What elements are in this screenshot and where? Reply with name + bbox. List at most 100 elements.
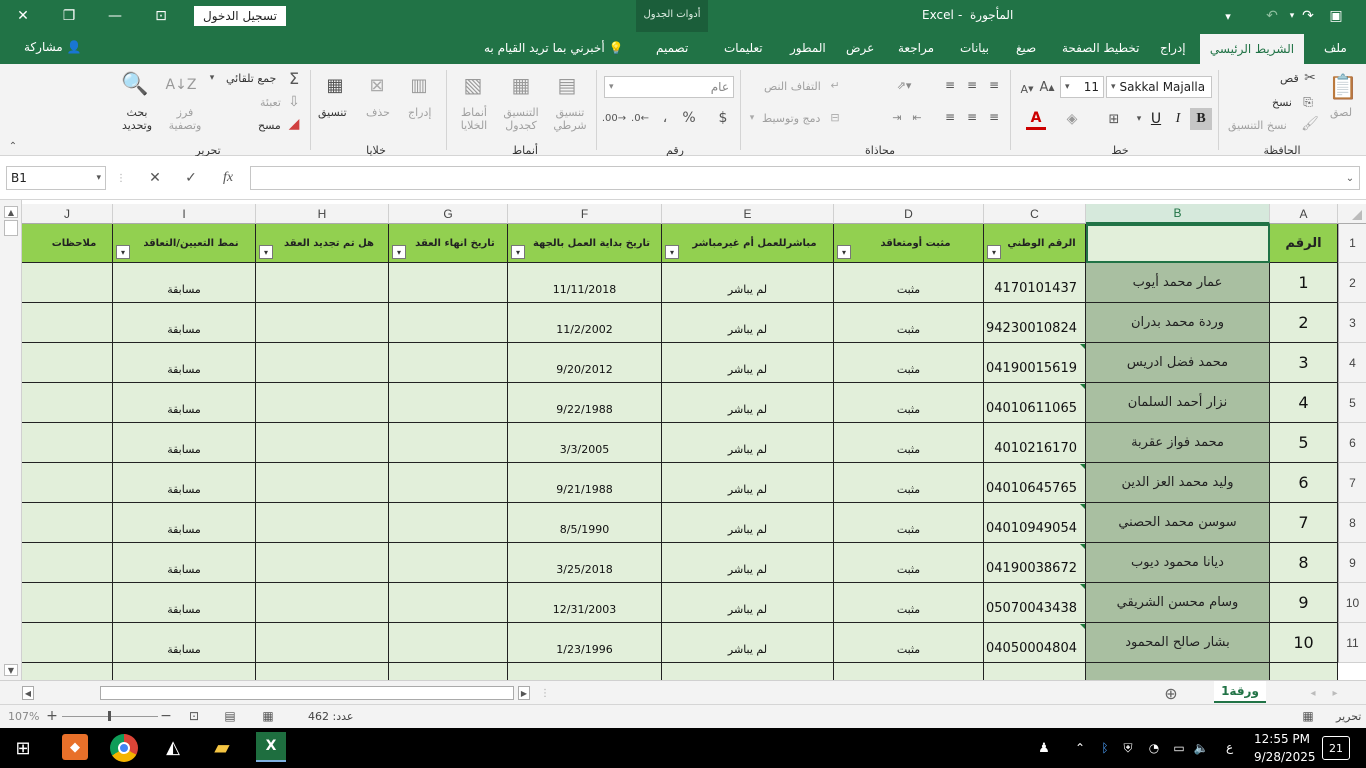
- table-cell-partial[interactable]: [1270, 663, 1338, 680]
- merge-icon[interactable]: ⊟: [826, 108, 844, 126]
- table-cell-d[interactable]: مثبت: [834, 383, 984, 423]
- table-cell-j[interactable]: [22, 503, 113, 543]
- table-cell-b[interactable]: محمد فواز عقربة: [1086, 423, 1270, 463]
- table-cell-a[interactable]: 1: [1270, 263, 1338, 303]
- table-cell-partial[interactable]: [662, 663, 834, 680]
- column-header-i[interactable]: I: [113, 204, 256, 224]
- signin-button[interactable]: تسجيل الدخول: [194, 6, 286, 26]
- table-cell-d[interactable]: مثبت: [834, 503, 984, 543]
- column-header-j[interactable]: J: [22, 204, 113, 224]
- bluetooth-icon[interactable]: ᛒ: [1098, 738, 1112, 758]
- ribbon-display-icon[interactable]: ⊡: [138, 0, 184, 32]
- file-explorer-icon[interactable]: ▰: [208, 734, 236, 760]
- clock-time[interactable]: 12:55 PM: [1254, 732, 1310, 746]
- table-cell-h[interactable]: [256, 303, 389, 343]
- table-cell-b[interactable]: عمار محمد أيوب: [1086, 263, 1270, 303]
- table-cell-i[interactable]: مسابقة: [113, 503, 256, 543]
- fill-button[interactable]: تعبئة: [260, 96, 281, 109]
- enter-icon[interactable]: ✓: [180, 168, 202, 188]
- table-cell-i[interactable]: مسابقة: [113, 463, 256, 503]
- table-cell-d[interactable]: مثبت: [834, 463, 984, 503]
- table-header-cell[interactable]: ملاحظات: [22, 224, 113, 263]
- table-cell-i[interactable]: مسابقة: [113, 623, 256, 663]
- table-cell-c[interactable]: 04010611065: [984, 383, 1086, 423]
- table-cell-e[interactable]: لم يباشر: [662, 303, 834, 343]
- decrease-indent-icon[interactable]: ⇤: [908, 108, 926, 126]
- notifications-icon[interactable]: 21: [1322, 736, 1350, 760]
- table-cell-b[interactable]: وردة محمد بدران: [1086, 303, 1270, 343]
- clear-button[interactable]: مسح: [258, 119, 281, 132]
- table-cell-h[interactable]: [256, 623, 389, 663]
- row-header[interactable]: 1: [1338, 224, 1366, 263]
- redo-icon[interactable]: ↷: [1296, 0, 1320, 32]
- table-cell-f[interactable]: 8/5/1990: [508, 503, 662, 543]
- hscroll-right-icon[interactable]: ▶: [518, 686, 530, 700]
- font-name-box[interactable]: ▾ Sakkal Majalla: [1106, 76, 1212, 98]
- table-cell-c[interactable]: 94230010824: [984, 303, 1086, 343]
- table-cell-d[interactable]: مثبت: [834, 623, 984, 663]
- pdf-app-icon[interactable]: ◆: [62, 734, 88, 760]
- tab-review[interactable]: مراجعة: [898, 41, 934, 55]
- table-cell-c[interactable]: 04190015619: [984, 343, 1086, 383]
- delete-cells-button[interactable]: حذف: [366, 106, 390, 119]
- error-indicator-icon[interactable]: [1080, 384, 1085, 389]
- table-cell-b[interactable]: محمد فضل ادريس: [1086, 343, 1270, 383]
- table-cell-g[interactable]: [389, 623, 508, 663]
- defender-icon[interactable]: ⛨: [1120, 738, 1136, 758]
- percent-icon[interactable]: %: [678, 108, 700, 128]
- row-header[interactable]: 10: [1338, 583, 1366, 623]
- insert-cells-icon[interactable]: ▥: [404, 70, 434, 100]
- table-cell-h[interactable]: [256, 423, 389, 463]
- clock-date[interactable]: 9/28/2025: [1254, 750, 1316, 764]
- name-box[interactable]: B1 ▾: [6, 166, 106, 190]
- show-hidden-icons[interactable]: ⌃: [1072, 738, 1088, 758]
- table-cell-c[interactable]: 05070043438: [984, 583, 1086, 623]
- zoom-out-icon[interactable]: −: [160, 708, 172, 724]
- format-painter-button[interactable]: نسخ التنسيق: [1228, 119, 1287, 132]
- table-cell-f[interactable]: 9/21/1988: [508, 463, 662, 503]
- table-cell-a[interactable]: 10: [1270, 623, 1338, 663]
- share-button[interactable]: مشاركة 👤: [24, 40, 82, 54]
- table-cell-i[interactable]: مسابقة: [113, 543, 256, 583]
- table-cell-j[interactable]: [22, 423, 113, 463]
- tell-me-box[interactable]: أخبرني بما تريد القيام به 💡: [484, 41, 624, 55]
- table-header-cell[interactable]: تاريخ بداية العمل بالجهة ▾: [508, 224, 662, 263]
- row-header[interactable]: 3: [1338, 303, 1366, 343]
- table-cell-a[interactable]: 2: [1270, 303, 1338, 343]
- increase-indent-icon[interactable]: ⇥: [888, 108, 906, 126]
- wrap-text-icon[interactable]: ↵: [826, 76, 844, 94]
- format-cells-icon[interactable]: ▦: [320, 70, 350, 100]
- table-cell-h[interactable]: [256, 583, 389, 623]
- error-indicator-icon[interactable]: [1080, 624, 1085, 629]
- table-cell-d[interactable]: مثبت: [834, 423, 984, 463]
- column-header-b[interactable]: B: [1086, 204, 1270, 224]
- sheet-tab-1[interactable]: ورقة1: [1214, 681, 1266, 703]
- column-header-g[interactable]: G: [389, 204, 508, 224]
- photos-icon[interactable]: ◭: [160, 734, 186, 760]
- table-cell-j[interactable]: [22, 463, 113, 503]
- fill-color-icon[interactable]: ◈: [1062, 108, 1082, 130]
- tab-home[interactable]: الشريط الرئيسي: [1200, 34, 1304, 64]
- scroll-down-icon[interactable]: ▼: [4, 664, 18, 676]
- table-cell-e[interactable]: لم يباشر: [662, 543, 834, 583]
- excel-taskbar-icon[interactable]: X: [256, 732, 286, 762]
- table-cell-e[interactable]: لم يباشر: [662, 263, 834, 303]
- table-cell-d[interactable]: مثبت: [834, 343, 984, 383]
- error-indicator-icon[interactable]: [1080, 504, 1085, 509]
- select-all-corner[interactable]: [1338, 204, 1366, 224]
- table-cell-a[interactable]: 6: [1270, 463, 1338, 503]
- brush-icon[interactable]: 🖌: [1301, 116, 1319, 132]
- row-header[interactable]: 11: [1338, 623, 1366, 663]
- table-cell-d[interactable]: مثبت: [834, 263, 984, 303]
- table-header-cell[interactable]: مباشرللعمل أم غيرمباشر ▾: [662, 224, 834, 263]
- conditional-format-button[interactable]: تنسيق شرطي: [550, 106, 590, 132]
- cell-styles-button[interactable]: أنماط الخلايا: [452, 106, 496, 132]
- vertical-scrollbar[interactable]: ▲ ▼: [0, 200, 22, 680]
- table-cell-f[interactable]: 1/23/1996: [508, 623, 662, 663]
- people-icon[interactable]: ♟: [1034, 738, 1054, 758]
- table-cell-c[interactable]: 4170101437: [984, 263, 1086, 303]
- fill-down-icon[interactable]: ⇩: [286, 94, 302, 110]
- hscroll-left-icon[interactable]: ◀: [22, 686, 34, 700]
- sigma-icon[interactable]: Σ: [284, 68, 304, 88]
- table-cell-g[interactable]: [389, 583, 508, 623]
